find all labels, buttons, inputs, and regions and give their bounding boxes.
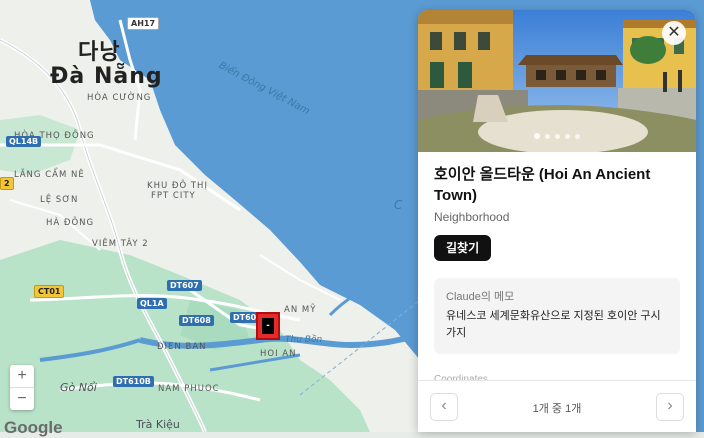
- zoom-control: + −: [10, 365, 34, 410]
- district-label: HÀ ĐÔNG: [46, 218, 95, 228]
- road-shield: DT608: [179, 315, 214, 326]
- district-label: LỆ SƠN: [40, 195, 79, 205]
- photo-pagination: [418, 126, 696, 144]
- close-button[interactable]: ✕: [662, 21, 686, 45]
- page-indicator: 1개 중 1개: [532, 403, 582, 415]
- district-label: VIÊM TÂY 2: [92, 239, 149, 249]
- city-korean-label: 다낭: [78, 40, 121, 65]
- district-label: FPT CITY: [151, 191, 196, 201]
- zoom-in-button[interactable]: +: [10, 365, 34, 387]
- district-label: KHU ĐÔ THỊ: [147, 181, 208, 191]
- town-label: Trà Kiệu: [136, 418, 180, 431]
- photo-dot[interactable]: [545, 134, 550, 139]
- memo-text: 유네스코 세계문화유산으로 지정된 호이안 구시가지: [446, 310, 661, 339]
- place-title: 호이안 올드타운 (Hoi An Ancient Town): [434, 166, 651, 204]
- town-label: Gò Nổi: [60, 381, 97, 394]
- road-shield: DT607: [167, 280, 202, 291]
- photo-dot[interactable]: [534, 133, 540, 139]
- panel-footer: ‹ 1개 중 1개 ›: [418, 380, 696, 432]
- claude-memo-card: Claude의 메모 유네스코 세계문화유산으로 지정된 호이안 구시가지: [434, 278, 680, 354]
- river-label: Thu Bồn: [285, 335, 323, 345]
- road-shield: AH17: [127, 17, 160, 30]
- road-shield: CT01: [34, 285, 65, 298]
- place-detail-panel: ✕ 호이안 올드타운 (Hoi An Ancient Town) Neighbo…: [418, 10, 696, 432]
- google-logo: Google: [4, 418, 63, 437]
- hoi-an-marker[interactable]: -: [256, 312, 280, 340]
- road-shield: QL1A: [137, 298, 167, 309]
- district-label: NAM PHUOC: [158, 384, 220, 394]
- district-label: DIEN BAN: [157, 342, 207, 352]
- district-label: HÒA CƯỜNG: [87, 93, 152, 103]
- city-name-label: Đà Nẵng: [50, 64, 163, 89]
- photo-dot[interactable]: [555, 134, 560, 139]
- place-photo[interactable]: ✕: [418, 10, 696, 152]
- district-label: LĂNG CẨM NÊ: [14, 170, 85, 180]
- place-category: Neighborhood: [434, 210, 510, 224]
- memo-title: Claude의 메모: [446, 291, 515, 303]
- road-shield: QL14B: [6, 136, 42, 147]
- next-button[interactable]: ›: [656, 393, 684, 421]
- road-shield: 2: [0, 177, 14, 190]
- marker-label: -: [262, 318, 274, 334]
- district-label: HOI AN: [260, 349, 297, 359]
- road-shield: DT610B: [113, 376, 154, 387]
- district-label: AN MỸ: [284, 305, 317, 315]
- photo-dot[interactable]: [575, 134, 580, 139]
- photo-dot[interactable]: [565, 134, 570, 139]
- zoom-out-button[interactable]: −: [10, 387, 34, 410]
- directions-button[interactable]: 길찾기: [434, 235, 492, 261]
